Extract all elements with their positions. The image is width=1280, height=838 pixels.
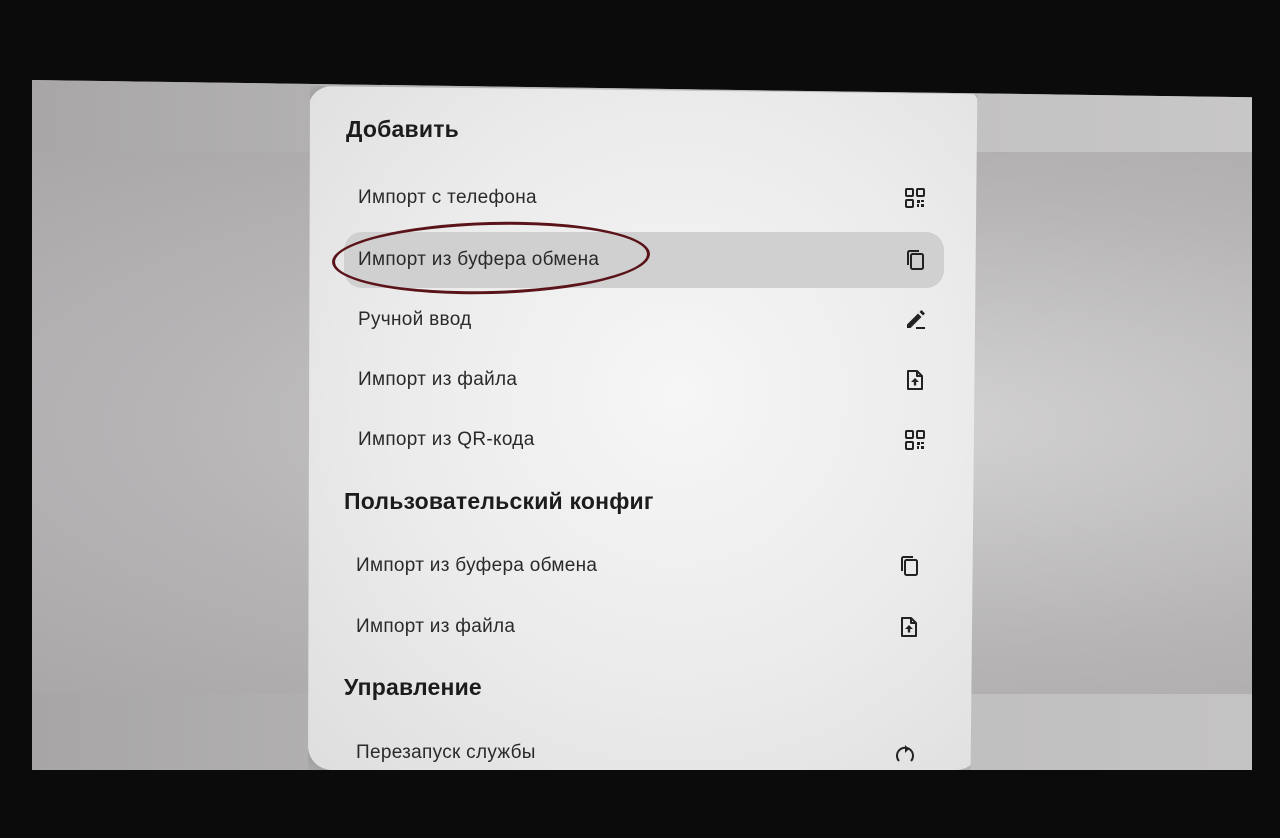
menu-item-import-from-clipboard[interactable]: Импорт из буфера обмена xyxy=(344,232,944,288)
copy-icon xyxy=(896,553,922,579)
menu-item-restart-service[interactable]: Перезапуск службы xyxy=(342,740,934,768)
file-upload-icon xyxy=(896,614,922,640)
section-title-add: Добавить xyxy=(346,116,459,142)
section-title-custom-config: Пользовательский конфиг xyxy=(344,488,654,514)
menu-item-label: Импорт из файла xyxy=(358,369,518,390)
menu-item-label: Ручной ввод xyxy=(358,309,472,330)
menu-item-import-from-phone[interactable]: Импорт с телефона xyxy=(344,170,944,226)
menu-item-import-from-qr[interactable]: Импорт из QR-кода xyxy=(344,412,944,468)
qr-code-icon xyxy=(902,185,928,211)
menu-item-label: Перезапуск службы xyxy=(356,742,536,763)
menu-item-manual-input[interactable]: Ручной ввод xyxy=(344,292,944,348)
add-dialog: Добавить Импорт с телефона Импорт из буф… xyxy=(308,86,978,770)
menu-item-custom-import-from-clipboard[interactable]: Импорт из буфера обмена xyxy=(342,538,938,594)
qr-code-icon xyxy=(902,427,928,453)
menu-item-label: Импорт из файла xyxy=(356,616,516,637)
menu-item-label: Импорт из QR-кода xyxy=(358,429,535,450)
file-upload-icon xyxy=(902,367,928,393)
restart-icon xyxy=(892,742,918,768)
menu-item-custom-import-from-file[interactable]: Импорт из файла xyxy=(342,599,938,655)
copy-icon xyxy=(902,247,928,273)
edit-icon xyxy=(902,307,928,333)
menu-item-label: Импорт с телефона xyxy=(358,187,537,208)
section-title-management: Управление xyxy=(344,674,482,700)
menu-item-label: Импорт из буфера обмена xyxy=(358,249,600,270)
menu-item-import-from-file[interactable]: Импорт из файла xyxy=(344,352,944,408)
menu-item-label: Импорт из буфера обмена xyxy=(356,555,598,576)
